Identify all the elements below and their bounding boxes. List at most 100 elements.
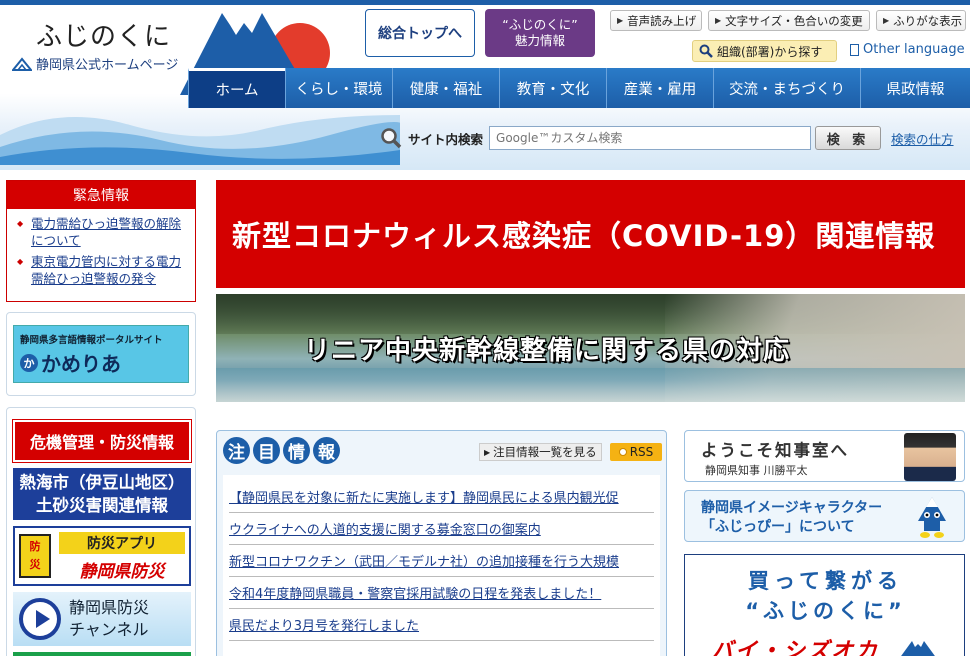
disaster-channel-banner[interactable]: 静岡県防災 チャンネル [13,592,191,646]
document-icon [850,43,859,56]
mascot-text: 静岡県イメージキャラクター 「ふじっぴー」について [701,499,882,537]
page: ふじのくに 静岡県公式ホームページ 総合トップへ “ふじのくに” 魅力情報 ▶ … [0,0,970,656]
org-search-button[interactable]: 組織(部署)から探す [692,40,837,62]
governor-title: ようこそ知事室へ [701,441,849,460]
list-item-text: 令和4年度静岡県職員・警察官採用試験の日程を発表しました！ [229,587,602,602]
list-item[interactable]: 令和4年度静岡県職員・警察官採用試験の日程を発表しました！ [229,577,654,609]
title-char: 情 [283,437,310,464]
list-item[interactable]: 新型コロナワクチン（武田／モデルナ社）の追加接種を行う大規模 [229,545,654,577]
rss-label: RSS [629,445,654,459]
search-label: サイト内検索 [408,131,484,147]
portal-subtitle: 静岡県多言語情報ポータルサイト [20,335,163,346]
magnifier-icon [381,128,402,149]
list-item-text: 【静岡県民を対象に新たに実施します】静岡県民による県内観光促 [229,491,619,506]
logo-title[interactable]: ふじのくに [36,16,171,53]
list-item-text: ウクライナへの人道的支援に関する募金窓口の御案内 [229,523,541,538]
linear-shinkansen-banner[interactable]: リニア中央新幹線整備に関する県の対応 [216,294,965,402]
prefecture-mark-icon [12,56,32,71]
voice-reader-button[interactable]: ▶ 音声読み上げ [610,10,702,31]
mascot-line1: 静岡県イメージキャラクター [701,500,883,516]
emergency-item-text: 電力需給ひっ迫警報の解除について [31,216,182,248]
governor-name: 静岡県知事 川勝平太 [705,464,808,477]
nav-item-health[interactable]: 健康・福祉 [392,68,499,108]
triangle-right-icon: ▶ [883,16,890,25]
atami-landslide-banner[interactable]: 熱海市（伊豆山地区） 土砂災害関連情報 [13,468,191,520]
green-banner-partial[interactable] [13,652,191,656]
buy-line1: 買って繋がる [748,569,903,593]
title-char: 目 [253,437,280,464]
other-language-link[interactable]: Other language [850,42,965,57]
buy-shizuoka-banner[interactable]: 買って繋がる “ふじのくに” バイ・シズオカ [684,554,965,656]
atami-line2: 土砂災害関連情報 [36,496,168,515]
emergency-item[interactable]: 電力需給ひっ迫警報の解除について [17,215,189,249]
search-button[interactable]: 検 索 [815,126,882,150]
emergency-info-title: 緊急情報 [7,181,195,209]
disaster-app-line2: 静岡県防災 [79,561,165,582]
emergency-item[interactable]: 東京電力管内に対する電力需給ひっ迫警報の発令 [17,253,189,287]
app-icon-char1: 防 [29,540,41,553]
list-item[interactable]: ウクライナへの人道的支援に関する募金窓口の御案内 [229,513,654,545]
charm-info-button[interactable]: “ふじのくに” 魅力情報 [485,9,595,57]
title-char: 注 [223,437,250,464]
list-item[interactable]: 【静岡県民を対象に新たに実施します】静岡県民による県内観光促 [229,481,654,513]
text-size-color-button[interactable]: ▶ 文字サイズ・色合いの変更 [708,10,870,31]
top-page-button[interactable]: 総合トップへ [365,9,475,57]
mount-fuji-icon [901,641,935,656]
mascot-banner[interactable]: 静岡県イメージキャラクター 「ふじっぴー」について [684,490,965,542]
header-top-line [0,0,970,5]
rss-button[interactable]: RSS [610,443,662,461]
play-icon [19,598,61,640]
title-char: 報 [313,437,340,464]
nav-item-government[interactable]: 県政情報 [860,68,970,108]
nav-item-home[interactable]: ホーム [188,68,285,108]
featured-list-link[interactable]: ▶ 注目情報一覧を見る [479,443,602,461]
disaster-app-banner[interactable]: 防 災 防災アプリ 静岡県防災 [13,526,191,586]
rss-icon [618,448,627,456]
triangle-right-icon: ▶ [617,16,624,25]
kameria-logo-icon: か [20,353,38,372]
emergency-item-text: 東京電力管内に対する電力需給ひっ迫警報の発令 [31,254,182,286]
multilingual-portal-box: 静岡県多言語情報ポータルサイト か かめりあ [6,312,196,396]
nav-item-living[interactable]: くらし・環境 [285,68,392,108]
fujippy-mascot-icon [918,497,946,538]
emergency-list: 電力需給ひっ迫警報の解除について 東京電力管内に対する電力需給ひっ迫警報の発令 [7,209,195,287]
search-howto-link[interactable]: 検索の仕方 [891,129,954,148]
channel-line1: 静岡県防災 [69,598,150,617]
featured-list: 【静岡県民を対象に新たに実施します】静岡県民による県内観光促 ウクライナへの人道… [223,475,660,656]
triangle-right-icon: ▶ [715,16,722,25]
list-item[interactable]: 県民だより3月号を発行しました [229,609,654,641]
crisis-management-banner[interactable]: 危機管理・防災情報 [12,419,192,463]
charm-info-line2: 魅力情報 [514,33,565,48]
list-item-text: 新型コロナワクチン（武田／モデルナ社）の追加接種を行う大規模 [229,555,620,570]
banner-river-bg [216,368,965,402]
site-search: サイト内検索 検 索 検索の仕方 [380,124,954,152]
linear-banner-text: リニア中央新幹線整備に関する県の対応 [304,336,791,366]
kameria-banner[interactable]: 静岡県多言語情報ポータルサイト か かめりあ [13,325,189,383]
buy-line3: バイ・シズオカ [711,639,880,656]
furigana-label: ふりがな表示 [893,13,963,28]
channel-text: 静岡県防災 チャンネル [69,597,149,641]
search-input[interactable] [489,126,812,150]
nav-item-exchange[interactable]: 交流・まちづくり [713,68,860,108]
nav-item-industry[interactable]: 産業・雇用 [606,68,713,108]
disaster-app-line1: 防災アプリ [59,532,185,554]
disaster-banner-box: 危機管理・防災情報 熱海市（伊豆山地区） 土砂災害関連情報 防 災 防災アプリ … [6,407,196,656]
voice-reader-label: 音声読み上げ [627,13,697,28]
featured-list-label: 注目情報一覧を見る [493,445,597,459]
furigana-button[interactable]: ▶ ふりがな表示 [876,10,966,31]
logo-subtitle[interactable]: 静岡県公式ホームページ [12,54,178,73]
charm-info-line1: “ふじのくに” [502,16,578,32]
covid-banner[interactable]: 新型コロナウィルス感染症（COVID-19）関連情報 [216,180,965,288]
list-item-text: 県民だより3月号を発行しました [229,619,420,634]
featured-info-title: 注 目 情 報 [223,437,340,464]
featured-info-box: 注 目 情 報 ▶ 注目情報一覧を見る RSS 【静岡県民を対象に新たに実施しま… [216,430,667,656]
disaster-app-icon: 防 災 [19,534,51,578]
text-size-color-label: 文字サイズ・色合いの変更 [725,13,863,28]
site-header: ふじのくに 静岡県公式ホームページ 総合トップへ “ふじのくに” 魅力情報 ▶ … [0,0,970,170]
global-nav: ホーム くらし・環境 健康・福祉 教育・文化 産業・雇用 交流・まちづくり 県政… [188,68,970,108]
governor-office-banner[interactable]: ようこそ知事室へ 静岡県知事 川勝平太 [684,430,965,482]
nav-item-education[interactable]: 教育・文化 [499,68,606,108]
governor-photo [904,433,956,481]
search-icon [699,44,713,58]
logo-subtitle-text: 静岡県公式ホームページ [36,58,179,73]
